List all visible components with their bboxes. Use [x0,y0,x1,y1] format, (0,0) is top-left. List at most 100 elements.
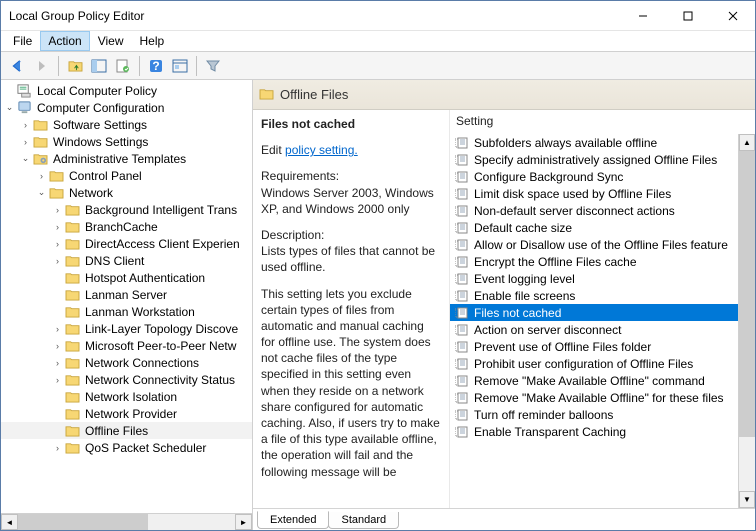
tree-item[interactable]: Network Provider [1,405,252,422]
tree-item[interactable]: Offline Files [1,422,252,439]
menu-help[interactable]: Help [132,31,173,51]
tree-view[interactable]: Local Computer Policy⌄Computer Configura… [1,80,252,513]
expand-icon[interactable]: › [51,222,64,232]
vertical-scrollbar[interactable]: ▲ ▼ [738,134,755,508]
help-button[interactable]: ? [145,55,167,77]
collapse-icon[interactable]: ⌄ [3,102,16,113]
tree-item-label: Software Settings [51,118,149,132]
menu-action[interactable]: Action [40,31,89,51]
tree-item[interactable]: ›Background Intelligent Trans [1,201,252,218]
scroll-vthumb[interactable] [739,151,755,437]
setting-item[interactable]: Limit disk space used by Offline Files [450,185,738,202]
back-button[interactable] [7,55,29,77]
tree-item[interactable]: ›Network Connections [1,354,252,371]
close-button[interactable] [710,1,755,30]
folder-icon [64,253,80,269]
policy-icon [454,170,470,184]
setting-item[interactable]: Non-default server disconnect actions [450,202,738,219]
tab-standard[interactable]: Standard [328,512,399,529]
scroll-left-button[interactable]: ◄ [1,514,18,530]
expand-icon[interactable]: › [51,324,64,334]
setting-item[interactable]: Configure Background Sync [450,168,738,185]
tree-item-label: Network Isolation [83,390,179,404]
expand-icon[interactable]: › [51,239,64,249]
scroll-up-button[interactable]: ▲ [739,134,755,151]
options-button[interactable] [169,55,191,77]
setting-item[interactable]: Enable file screens [450,287,738,304]
menu-file[interactable]: File [5,31,40,51]
collapse-icon[interactable]: ⌄ [35,187,48,198]
expand-icon[interactable]: › [19,120,32,130]
tree-item[interactable]: Hotspot Authentication [1,269,252,286]
expand-icon[interactable]: › [51,443,64,453]
setting-item[interactable]: Enable Transparent Caching [450,423,738,440]
setting-item[interactable]: Specify administratively assigned Offlin… [450,151,738,168]
tree-item[interactable]: › Software Settings [1,116,252,133]
scroll-hthumb[interactable] [18,514,148,530]
expand-icon[interactable]: › [51,341,64,351]
tree-item[interactable]: Local Computer Policy [1,82,252,99]
folder-icon [259,87,274,103]
show-hide-tree-button[interactable] [88,55,110,77]
tree-item[interactable]: Lanman Workstation [1,303,252,320]
folder-icon [64,355,80,371]
horizontal-scrollbar[interactable]: ◄ ► [1,513,252,530]
tree-item[interactable]: ⌄Network [1,184,252,201]
expand-icon[interactable]: › [51,205,64,215]
scroll-htrack[interactable] [18,514,235,530]
tree-item[interactable]: Network Isolation [1,388,252,405]
setting-item[interactable]: Action on server disconnect [450,321,738,338]
tree-item[interactable]: ›DirectAccess Client Experien [1,235,252,252]
requirements-text: Windows Server 2003, Windows XP, and Win… [261,186,434,216]
setting-item[interactable]: Allow or Disallow use of the Offline Fil… [450,236,738,253]
setting-label: Allow or Disallow use of the Offline Fil… [474,238,728,252]
tree-item[interactable]: ›BranchCache [1,218,252,235]
filter-button[interactable] [202,55,224,77]
up-button[interactable] [64,55,86,77]
tree-item[interactable]: Lanman Server [1,286,252,303]
menu-view[interactable]: View [90,31,132,51]
tab-extended[interactable]: Extended [257,511,329,529]
description-long: This setting lets you exclude certain ty… [261,286,441,480]
tree-item[interactable]: ›QoS Packet Scheduler [1,439,252,456]
setting-item[interactable]: Event logging level [450,270,738,287]
tree-item[interactable]: ›Network Connectivity Status [1,371,252,388]
setting-item[interactable]: Subfolders always available offline [450,134,738,151]
setting-item[interactable]: Prohibit user configuration of Offline F… [450,355,738,372]
setting-item[interactable]: Turn off reminder balloons [450,406,738,423]
settings-list[interactable]: Subfolders always available offline Speci… [450,134,738,440]
settings-header[interactable]: Setting [450,110,755,134]
expand-icon[interactable]: › [19,137,32,147]
setting-item[interactable]: Default cache size [450,219,738,236]
edit-policy-link[interactable]: policy setting. [285,143,358,157]
tree-item[interactable]: ›Control Panel [1,167,252,184]
tree-item[interactable]: ›Microsoft Peer-to-Peer Netw [1,337,252,354]
tree-item[interactable]: ›Link-Layer Topology Discove [1,320,252,337]
setting-item[interactable]: Encrypt the Offline Files cache [450,253,738,270]
tree-item[interactable]: ›Windows Settings [1,133,252,150]
folder-icon [64,372,80,388]
setting-item[interactable]: Remove "Make Available Offline" command [450,372,738,389]
tree-item[interactable]: ›DNS Client [1,252,252,269]
expand-icon[interactable]: › [51,256,64,266]
expand-icon[interactable]: › [51,358,64,368]
scroll-right-button[interactable]: ► [235,514,252,530]
forward-button[interactable] [31,55,53,77]
title-bar: Local Group Policy Editor [1,1,755,31]
expand-icon[interactable]: › [51,375,64,385]
setting-label: Specify administratively assigned Offlin… [474,153,717,167]
setting-item[interactable]: Files not cached [450,304,738,321]
setting-label: Non-default server disconnect actions [474,204,675,218]
collapse-icon[interactable]: ⌄ [19,153,32,164]
scroll-down-button[interactable]: ▼ [739,491,755,508]
scroll-vtrack[interactable] [739,151,755,491]
folder-icon [48,185,64,201]
maximize-button[interactable] [665,1,710,30]
expand-icon[interactable]: › [35,171,48,181]
properties-button[interactable] [112,55,134,77]
tree-item[interactable]: ⌄Administrative Templates [1,150,252,167]
setting-item[interactable]: Remove "Make Available Offline" for thes… [450,389,738,406]
setting-item[interactable]: Prevent use of Offline Files folder [450,338,738,355]
minimize-button[interactable] [620,1,665,30]
tree-item[interactable]: ⌄Computer Configuration [1,99,252,116]
